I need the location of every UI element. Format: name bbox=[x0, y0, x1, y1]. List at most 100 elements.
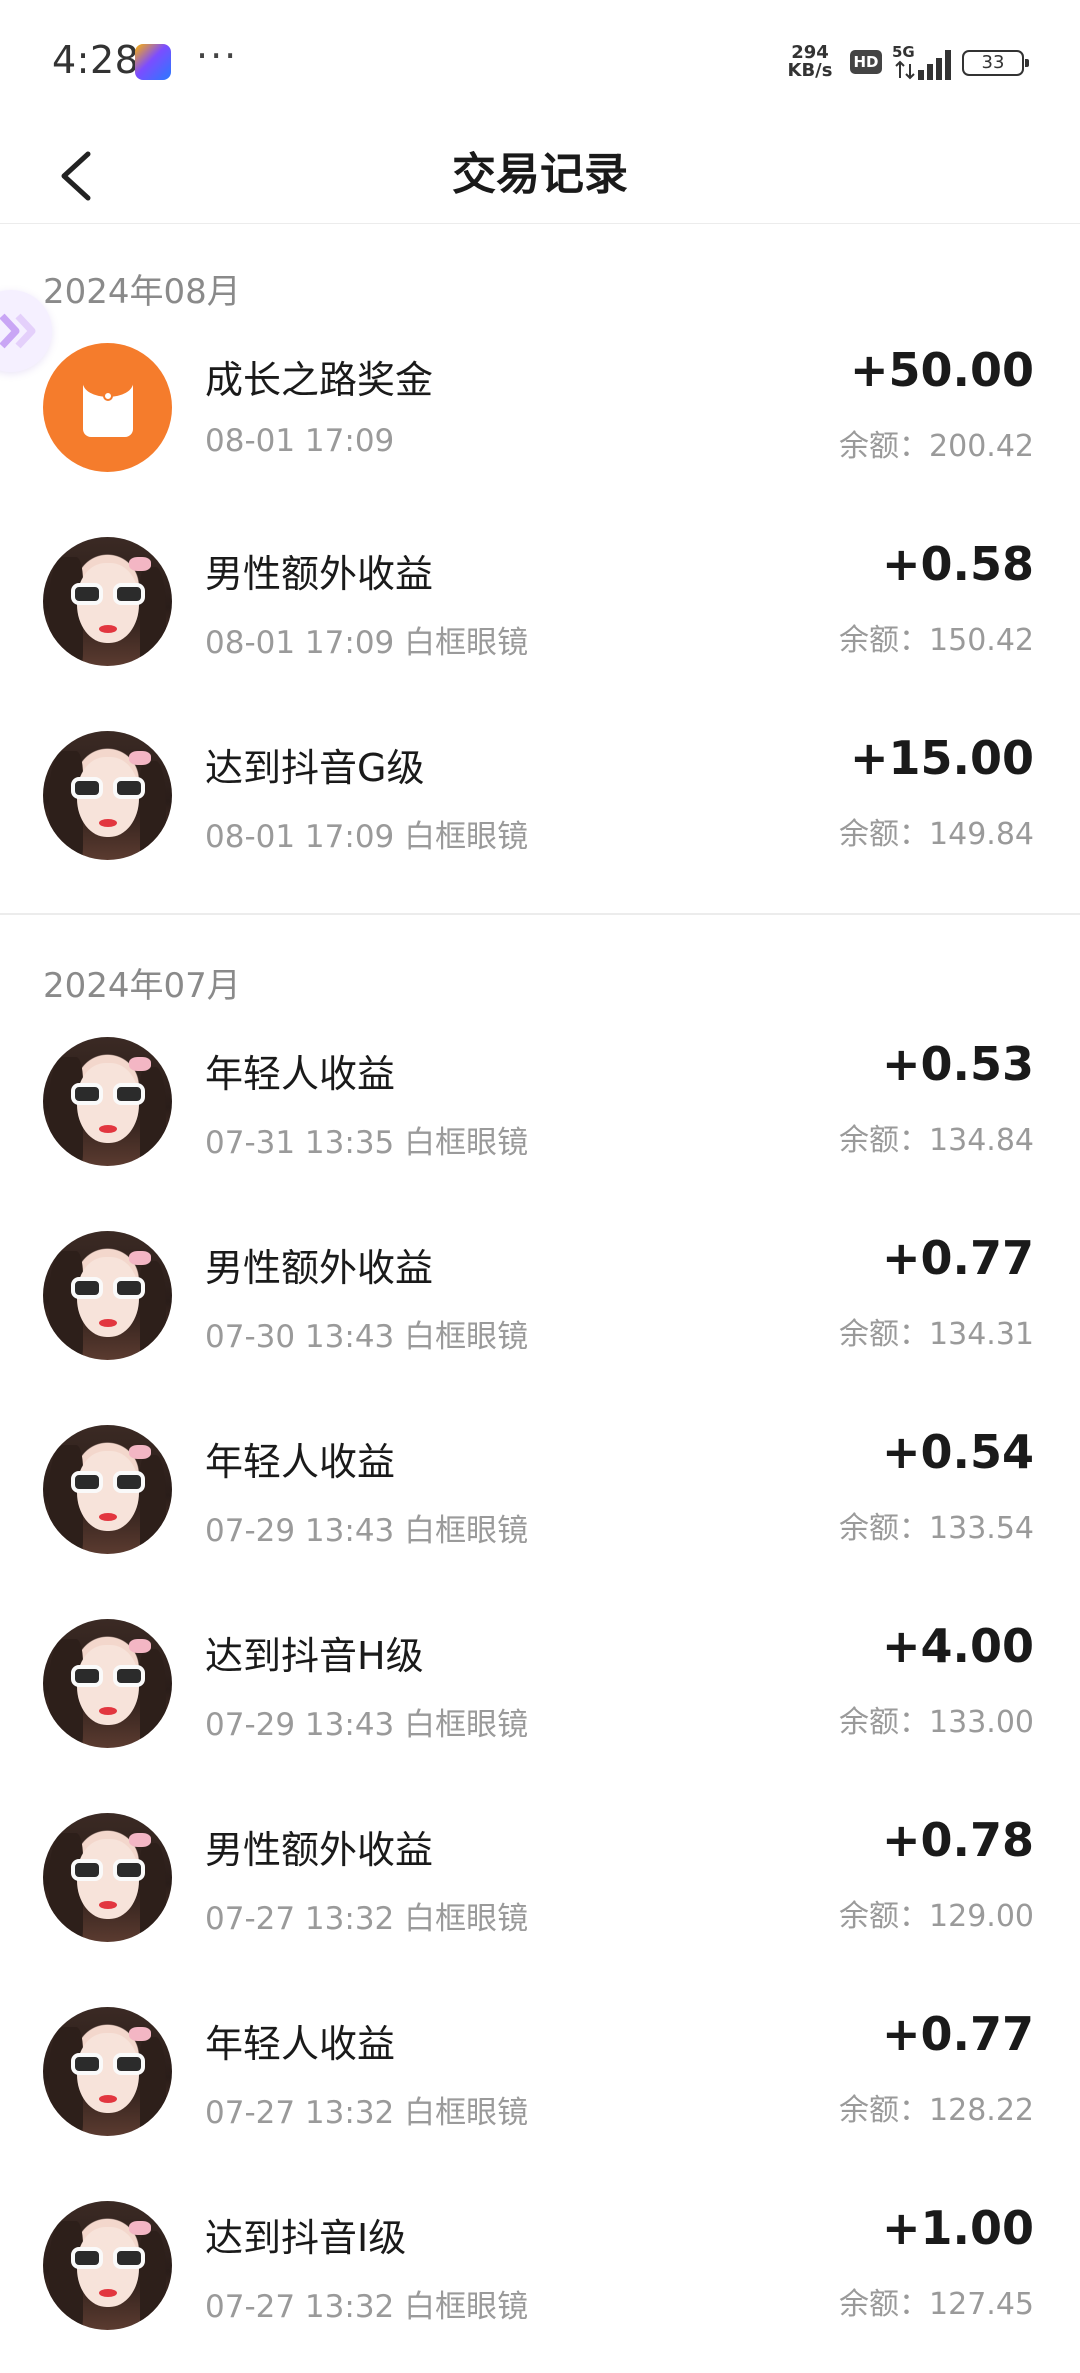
transaction-balance: 余额：134.31 bbox=[839, 1309, 1034, 1353]
balance-label: 余额： bbox=[839, 2093, 930, 2128]
transaction-time: 07-30 13:43 bbox=[205, 1319, 395, 1355]
transaction-amount: +0.54 bbox=[881, 1425, 1034, 1479]
transaction-row[interactable]: 成长之路奖金 08-01 17:09 +50.00 余额：200.42 bbox=[0, 343, 1080, 537]
transaction-source: 白框眼镜 bbox=[404, 2289, 529, 2325]
transaction-row[interactable]: 男性额外收益 07-30 13:43 白框眼镜 +0.77 余额：134.31 bbox=[0, 1231, 1080, 1425]
transaction-meta: 07-27 13:32 白框眼镜 bbox=[205, 1893, 528, 1938]
transaction-row[interactable]: 年轻人收益 07-29 13:43 白框眼镜 +0.54 余额：133.54 bbox=[0, 1425, 1080, 1619]
transaction-balance: 余额：134.84 bbox=[839, 1115, 1034, 1159]
transaction-row[interactable]: 男性额外收益 08-01 17:09 白框眼镜 +0.58 余额：150.42 bbox=[0, 537, 1080, 731]
transaction-time: 07-29 13:43 bbox=[205, 1707, 395, 1743]
transaction-source: 白框眼镜 bbox=[404, 2095, 529, 2131]
transaction-row[interactable]: 男性额外收益 07-27 13:32 白框眼镜 +0.78 余额：129.00 bbox=[0, 1813, 1080, 2007]
user-avatar bbox=[43, 731, 172, 860]
app-notification-icon bbox=[135, 44, 171, 80]
transaction-time: 08-01 17:09 bbox=[205, 819, 395, 855]
transaction-source: 白框眼镜 bbox=[404, 625, 529, 661]
transaction-records-page: 4:28 ··· 294 KB/s HD 5G 33 交易记录 2024年08月… bbox=[0, 0, 1080, 2373]
transaction-row[interactable]: 达到抖音G级 08-01 17:09 白框眼镜 +15.00 余额：149.84 bbox=[0, 731, 1080, 925]
more-notifications-icon: ··· bbox=[196, 34, 239, 78]
balance-label: 余额： bbox=[839, 429, 930, 464]
transaction-meta: 07-29 13:43 白框眼镜 bbox=[205, 1505, 528, 1550]
transaction-balance: 余额：128.22 bbox=[839, 2085, 1034, 2129]
user-avatar bbox=[43, 1425, 172, 1554]
transaction-source: 白框眼镜 bbox=[404, 1901, 529, 1937]
user-avatar bbox=[43, 1813, 172, 1942]
balance-value: 149.84 bbox=[929, 817, 1034, 852]
balance-label: 余额： bbox=[839, 1899, 930, 1934]
transaction-time: 07-27 13:32 bbox=[205, 2289, 395, 2325]
transaction-amount: +15.00 bbox=[849, 731, 1034, 785]
balance-value: 134.31 bbox=[929, 1317, 1034, 1352]
transaction-amount: +4.00 bbox=[881, 1619, 1034, 1673]
balance-value: 127.45 bbox=[929, 2287, 1034, 2322]
transaction-time: 08-01 17:09 bbox=[205, 625, 395, 661]
balance-label: 余额： bbox=[839, 2287, 930, 2322]
status-time: 4:28 bbox=[52, 38, 140, 82]
transaction-time: 07-29 13:43 bbox=[205, 1513, 395, 1549]
transaction-meta: 07-27 13:32 白框眼镜 bbox=[205, 2087, 528, 2132]
transaction-meta: 08-01 17:09 白框眼镜 bbox=[205, 617, 528, 662]
transaction-time: 07-27 13:32 bbox=[205, 2095, 395, 2131]
balance-label: 余额： bbox=[839, 1317, 930, 1352]
transaction-row[interactable]: 年轻人收益 07-31 13:35 白框眼镜 +0.53 余额：134.84 bbox=[0, 1037, 1080, 1231]
balance-value: 128.22 bbox=[929, 2093, 1034, 2128]
transaction-amount: +0.77 bbox=[881, 1231, 1034, 1285]
transaction-source: 白框眼镜 bbox=[404, 1319, 529, 1355]
transaction-row[interactable]: 达到抖音H级 07-29 13:43 白框眼镜 +4.00 余额：133.00 bbox=[0, 1619, 1080, 1813]
user-avatar bbox=[43, 1231, 172, 1360]
transaction-row[interactable]: 年轻人收益 07-27 13:32 白框眼镜 +0.77 余额：128.22 bbox=[0, 2007, 1080, 2201]
signal-icon: 5G bbox=[892, 43, 951, 80]
nav-header: 交易记录 bbox=[0, 120, 1080, 224]
user-avatar bbox=[43, 1619, 172, 1748]
transaction-title: 男性额外收益 bbox=[205, 1246, 434, 1290]
user-avatar bbox=[43, 2007, 172, 2136]
transaction-time: 08-01 17:09 bbox=[205, 423, 395, 459]
transaction-title: 年轻人收益 bbox=[205, 1052, 396, 1096]
transaction-balance: 余额：129.00 bbox=[839, 1891, 1034, 1935]
transaction-meta: 08-01 17:09 白框眼镜 bbox=[205, 811, 528, 856]
transaction-title: 男性额外收益 bbox=[205, 1828, 434, 1872]
transaction-title: 达到抖音G级 bbox=[205, 746, 425, 790]
network-speed-unit: KB/s bbox=[787, 60, 833, 81]
transaction-title: 达到抖音I级 bbox=[205, 2216, 407, 2260]
hd-icon: HD bbox=[850, 50, 882, 74]
transaction-title: 年轻人收益 bbox=[205, 1440, 396, 1484]
transaction-row[interactable]: 达到抖音I级 07-27 13:32 白框眼镜 +1.00 余额：127.45 bbox=[0, 2201, 1080, 2373]
balance-value: 133.00 bbox=[929, 1705, 1034, 1740]
balance-label: 余额： bbox=[839, 817, 930, 852]
transaction-source: 白框眼镜 bbox=[404, 1513, 529, 1549]
transaction-meta: 07-27 13:32 白框眼镜 bbox=[205, 2281, 528, 2326]
transaction-title: 达到抖音H级 bbox=[205, 1634, 424, 1678]
transaction-source: 白框眼镜 bbox=[404, 819, 529, 855]
transaction-balance: 余额：133.54 bbox=[839, 1503, 1034, 1547]
network-speed: 294 KB/s bbox=[780, 44, 840, 80]
transaction-amount: +0.58 bbox=[881, 537, 1034, 591]
balance-value: 134.84 bbox=[929, 1123, 1034, 1158]
transaction-amount: +0.78 bbox=[881, 1813, 1034, 1867]
transaction-time: 07-31 13:35 bbox=[205, 1125, 395, 1161]
user-avatar bbox=[43, 537, 172, 666]
transaction-source: 白框眼镜 bbox=[404, 1707, 529, 1743]
transaction-meta: 07-31 13:35 白框眼镜 bbox=[205, 1117, 528, 1162]
red-envelope-icon bbox=[43, 343, 172, 472]
transaction-title: 年轻人收益 bbox=[205, 2022, 396, 2066]
transaction-amount: +0.53 bbox=[881, 1037, 1034, 1091]
transaction-meta: 08-01 17:09 bbox=[205, 423, 394, 459]
balance-label: 余额： bbox=[839, 1705, 930, 1740]
page-title: 交易记录 bbox=[452, 149, 628, 200]
balance-value: 200.42 bbox=[929, 429, 1034, 464]
transaction-title: 成长之路奖金 bbox=[205, 358, 434, 402]
battery-icon: 33 bbox=[962, 50, 1029, 76]
transaction-balance: 余额：133.00 bbox=[839, 1697, 1034, 1741]
balance-value: 150.42 bbox=[929, 623, 1034, 658]
transaction-amount: +0.77 bbox=[881, 2007, 1034, 2061]
balance-value: 133.54 bbox=[929, 1511, 1034, 1546]
user-avatar bbox=[43, 1037, 172, 1166]
balance-label: 余额： bbox=[839, 623, 930, 658]
status-bar: 4:28 ··· 294 KB/s HD 5G 33 bbox=[0, 0, 1080, 120]
month-header: 2024年07月 bbox=[43, 966, 241, 1006]
transaction-balance: 余额：200.42 bbox=[839, 421, 1034, 465]
transaction-balance: 余额：150.42 bbox=[839, 615, 1034, 659]
transaction-balance: 余额：149.84 bbox=[839, 809, 1034, 853]
